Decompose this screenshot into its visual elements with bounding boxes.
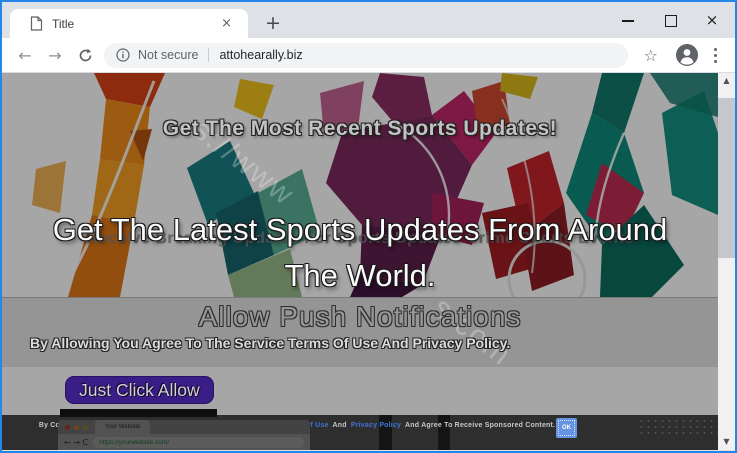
- main-heading: Get The Latest Sports Updates From Aroun…: [2, 207, 718, 299]
- mini-browser-mockup: Your Website ← → C https://yourwebsite.c…: [58, 420, 310, 450]
- maximize-icon[interactable]: [663, 13, 677, 27]
- main-heading-line2: The World.: [2, 253, 718, 299]
- forward-icon[interactable]: →: [40, 46, 70, 65]
- tab-title: Title: [52, 17, 215, 31]
- dot-pattern: [638, 418, 718, 434]
- address-bar[interactable]: Not secure attohearally.biz: [104, 43, 628, 68]
- just-click-allow-button[interactable]: Just Click Allow: [65, 376, 214, 404]
- info-icon[interactable]: [116, 48, 130, 62]
- window-controls: ×: [621, 2, 727, 38]
- web-page: s://www s.com Get The Most Recent Sports…: [2, 73, 718, 450]
- consent-text-after: And Agree To Receive Sponsored Content.: [405, 422, 555, 429]
- refresh-icon[interactable]: [70, 48, 100, 63]
- document-icon: [30, 16, 43, 31]
- scrollbar-thumb[interactable]: [718, 98, 735, 258]
- minimize-icon[interactable]: [621, 13, 635, 27]
- window-close-icon[interactable]: ×: [705, 13, 719, 27]
- ok-button[interactable]: OK: [556, 418, 577, 438]
- push-terms-text: By Allowing You Agree To The Service Ter…: [2, 335, 718, 351]
- scroll-down-icon[interactable]: ▼: [718, 434, 735, 450]
- omnibox-divider: [208, 48, 209, 62]
- browser-window: Title × + × ← → Not secure att: [0, 0, 737, 453]
- back-icon[interactable]: ←: [10, 46, 40, 65]
- menu-icon[interactable]: [706, 48, 727, 63]
- new-tab-button[interactable]: +: [260, 11, 286, 37]
- demo-image-strip: [60, 409, 217, 417]
- bookmark-star-icon[interactable]: ☆: [634, 46, 668, 65]
- security-label: Not secure: [138, 48, 198, 62]
- browser-toolbar: ← → Not secure attohearally.biz ☆: [2, 38, 735, 73]
- vertical-scrollbar[interactable]: ▲ ▼: [718, 73, 735, 450]
- push-notifications-heading: Allow Push Notifications: [2, 301, 718, 333]
- avatar-icon[interactable]: [676, 44, 698, 66]
- main-heading-line1: Get The Latest Sports Updates From Aroun…: [2, 207, 718, 253]
- top-headline: Get The Most Recent Sports Updates!: [2, 117, 718, 141]
- consent-text-and: And: [332, 422, 346, 429]
- tab-strip: Title × + ×: [2, 2, 735, 38]
- url-text[interactable]: attohearally.biz: [219, 48, 302, 62]
- mini-browser-shade: [58, 420, 310, 450]
- page-viewport: s://www s.com Get The Most Recent Sports…: [2, 73, 735, 450]
- browser-tab[interactable]: Title ×: [10, 9, 248, 38]
- scroll-up-icon[interactable]: ▲: [718, 73, 735, 89]
- privacy-policy-link[interactable]: Privacy Policy: [351, 422, 401, 429]
- tab-close-icon[interactable]: ×: [215, 16, 238, 31]
